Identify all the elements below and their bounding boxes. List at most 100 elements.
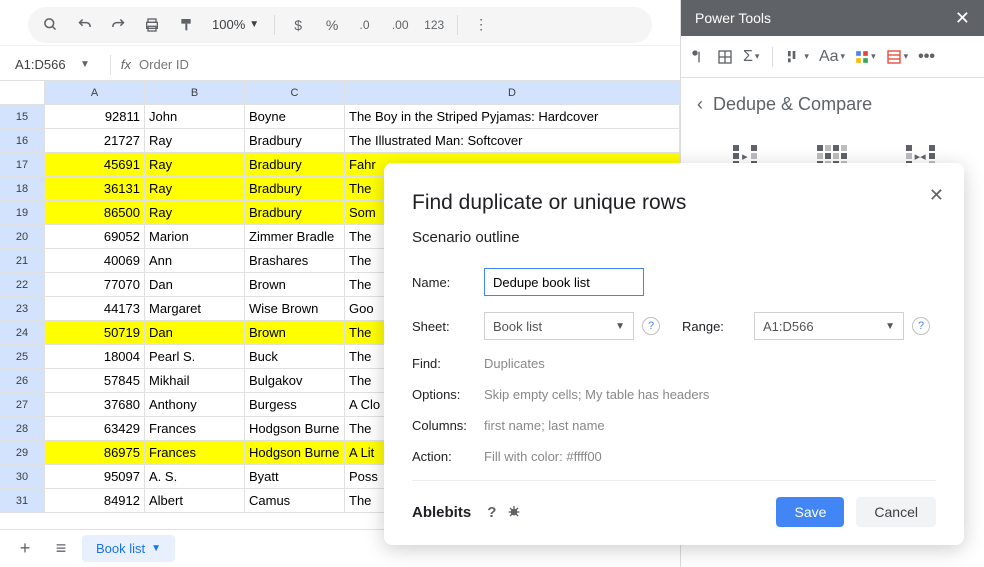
row-header[interactable]: 28 [0,417,45,440]
row-header[interactable]: 25 [0,345,45,368]
cell[interactable]: Ray [145,177,245,200]
col-header[interactable]: B [145,81,245,104]
close-icon[interactable]: ✕ [955,8,970,29]
sb-tool-6-icon[interactable]: ▾ [855,50,876,64]
cell-reference[interactable]: A1:D566 [10,57,80,72]
cancel-button[interactable]: Cancel [856,497,936,527]
more-icon[interactable]: ⋮ [467,11,495,39]
cell[interactable]: Albert [145,489,245,512]
sheet-tab-active[interactable]: Book list ▼ [82,535,175,562]
sb-tool-4-icon[interactable]: ▾ [786,49,809,65]
decrease-decimal-icon[interactable]: .0 [352,11,380,39]
cell[interactable]: Ray [145,153,245,176]
sb-tool-7-icon[interactable]: ▾ [886,49,909,65]
cell[interactable]: Frances [145,417,245,440]
zoom-dropdown[interactable]: 100%▼ [206,17,265,32]
cell[interactable]: Marion [145,225,245,248]
select-all-corner[interactable] [0,81,45,104]
all-sheets-icon[interactable]: ≡ [46,534,76,564]
sb-tool-1-icon[interactable] [691,49,707,65]
back-icon[interactable]: ‹ [697,94,703,115]
row-header[interactable]: 22 [0,273,45,296]
cell[interactable]: The Illustrated Man: Softcover [345,129,680,152]
cell[interactable]: Burgess [245,393,345,416]
cell[interactable]: Camus [245,489,345,512]
cell[interactable]: Bulgakov [245,369,345,392]
cell[interactable]: 21727 [45,129,145,152]
cell[interactable]: Bradbury [245,129,345,152]
cell[interactable]: 77070 [45,273,145,296]
cell[interactable]: 69052 [45,225,145,248]
increase-decimal-icon[interactable]: .00 [386,11,414,39]
row-header[interactable]: 21 [0,249,45,272]
cell[interactable]: Margaret [145,297,245,320]
row-header[interactable]: 20 [0,225,45,248]
cell[interactable]: Dan [145,321,245,344]
cell[interactable]: 37680 [45,393,145,416]
sb-more-icon[interactable]: ••• [918,48,935,66]
sheet-dropdown[interactable]: Book list▼ [484,312,634,340]
sb-tool-2-icon[interactable] [717,49,733,65]
col-header[interactable]: D [345,81,680,104]
row-header[interactable]: 18 [0,177,45,200]
help-icon[interactable]: ? [642,317,660,335]
scenario-name-input[interactable] [484,268,644,296]
cell-ref-dropdown-icon[interactable]: ▼ [80,59,90,70]
cell[interactable]: Dan [145,273,245,296]
currency-icon[interactable]: $ [284,11,312,39]
cell[interactable]: 50719 [45,321,145,344]
cell[interactable]: Anthony [145,393,245,416]
cell[interactable]: Brown [245,273,345,296]
cell[interactable]: 45691 [45,153,145,176]
cell[interactable]: 86500 [45,201,145,224]
row-header[interactable]: 16 [0,129,45,152]
row-header[interactable]: 27 [0,393,45,416]
cell[interactable]: Zimmer Bradle [245,225,345,248]
row-header[interactable]: 23 [0,297,45,320]
sb-tool-3-icon[interactable]: Σ▾ [743,48,759,66]
cell[interactable]: 95097 [45,465,145,488]
cell[interactable]: Bradbury [245,177,345,200]
redo-icon[interactable] [104,11,132,39]
cell[interactable]: Hodgson Burne [245,441,345,464]
cell[interactable]: 18004 [45,345,145,368]
percent-icon[interactable]: % [318,11,346,39]
row-header[interactable]: 30 [0,465,45,488]
range-dropdown[interactable]: A1:D566▼ [754,312,904,340]
bug-icon[interactable] [506,504,522,521]
cell[interactable]: 40069 [45,249,145,272]
cell[interactable]: Hodgson Burne [245,417,345,440]
row-header[interactable]: 19 [0,201,45,224]
row-header[interactable]: 31 [0,489,45,512]
close-icon[interactable]: ✕ [929,185,944,206]
col-header[interactable]: C [245,81,345,104]
col-header[interactable]: A [45,81,145,104]
format-123-icon[interactable]: 123 [420,11,448,39]
row-header[interactable]: 26 [0,369,45,392]
sheet-tab-dropdown-icon[interactable]: ▼ [151,543,161,554]
add-sheet-icon[interactable]: + [10,534,40,564]
paint-format-icon[interactable] [172,11,200,39]
row-header[interactable]: 29 [0,441,45,464]
search-icon[interactable] [36,11,64,39]
cell[interactable]: Brown [245,321,345,344]
cell[interactable]: Ray [145,201,245,224]
formula-value[interactable]: Order ID [139,57,189,72]
cell[interactable]: Boyne [245,105,345,128]
cell[interactable]: 63429 [45,417,145,440]
cell[interactable]: 44173 [45,297,145,320]
cell[interactable]: Bradbury [245,153,345,176]
row-header[interactable]: 15 [0,105,45,128]
cell[interactable]: Ray [145,129,245,152]
cell[interactable]: 57845 [45,369,145,392]
print-icon[interactable] [138,11,166,39]
cell[interactable]: Bradbury [245,201,345,224]
help-icon[interactable]: ? [487,504,496,521]
cell[interactable]: John [145,105,245,128]
row-header[interactable]: 17 [0,153,45,176]
cell[interactable]: Buck [245,345,345,368]
cell[interactable]: 86975 [45,441,145,464]
sb-tool-5-icon[interactable]: Aa▾ [819,48,845,66]
row-header[interactable]: 24 [0,321,45,344]
cell[interactable]: Byatt [245,465,345,488]
